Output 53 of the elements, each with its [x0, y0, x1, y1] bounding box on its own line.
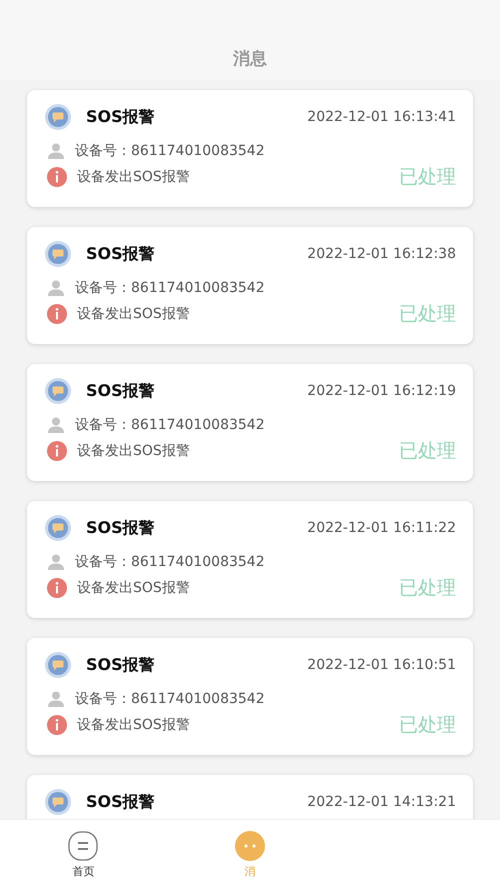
message-title: SOS报警: [86, 106, 155, 128]
info-icon: [47, 715, 67, 735]
person-icon: [47, 553, 65, 571]
info-icon: [47, 578, 67, 598]
device-number: 设备号：861174010083542: [75, 279, 265, 297]
message-icon: [45, 104, 71, 130]
alert-description: 设备发出SOS报警: [77, 168, 190, 186]
status-label: 已处理: [399, 165, 456, 190]
info-icon: [47, 441, 67, 461]
message-icon: [45, 652, 71, 678]
info-icon: [47, 167, 67, 187]
person-icon: [47, 279, 65, 297]
status-label: 已处理: [399, 713, 456, 738]
tab[interactable]: 首页: [0, 820, 167, 889]
status-label: 已处理: [399, 576, 456, 601]
message-title: SOS报警: [86, 654, 155, 676]
message-icon: [234, 830, 265, 860]
alert-description: 设备发出SOS报警: [77, 305, 190, 323]
message-card[interactable]: SOS报警 2022-12-01 16:10:51 设备号：861174010083542 设备发出SOS报警 已处理: [27, 638, 473, 755]
message-icon: [45, 378, 71, 404]
device-number: 设备号：861174010083542: [75, 142, 265, 160]
device-number: 设备号：861174010083542: [75, 416, 265, 434]
message-card[interactable]: SOS报警 2022-12-01 16:12:19 设备号：861174010083542 设备发出SOS报警 已处理: [27, 364, 473, 481]
menu-icon: [68, 830, 98, 860]
message-time: 2022-12-01 16:13:41: [307, 109, 456, 125]
message-time: 2022-12-01 16:10:51: [307, 657, 456, 673]
alert-description: 设备发出SOS报警: [77, 579, 190, 597]
alert-description: 设备发出SOS报警: [77, 716, 190, 734]
message-title: SOS报警: [86, 792, 155, 812]
screen-title: 消息: [233, 48, 267, 70]
message-card[interactable]: SOS报警 2022-12-01 16:13:41 设备号：861174010083542 设备发出SOS报警 已处理: [27, 90, 473, 207]
message-card[interactable]: SOS报警 2022-12-01 16:12:38 设备号：861174010083542 设备发出SOS报警 已处理: [27, 227, 473, 344]
message-card[interactable]: SOS报警 2022-12-01 16:11:22 设备号：861174010083542 设备发出SOS报警 已处理: [27, 501, 473, 618]
message-time: 2022-12-01 16:11:22: [307, 520, 456, 536]
message-icon: [45, 241, 71, 267]
message-card[interactable]: SOS报警 2022-12-01 14:13:21: [27, 775, 473, 819]
alert-description: 设备发出SOS报警: [77, 442, 190, 460]
message-title: SOS报警: [86, 244, 155, 264]
message-time: 2022-12-01 16:12:38: [307, 246, 456, 262]
message-title: SOS报警: [86, 380, 155, 402]
person-icon: [47, 690, 65, 708]
person-icon: [47, 142, 65, 160]
message-icon: [45, 515, 71, 541]
person-icon: [47, 416, 65, 434]
message-time: 2022-12-01 16:12:19: [307, 383, 456, 399]
message-time: 2022-12-01 14:13:21: [307, 794, 456, 810]
device-number: 设备号：861174010083542: [75, 553, 265, 571]
info-icon: [47, 304, 67, 324]
status-label: 已处理: [399, 302, 456, 327]
message-icon: [45, 789, 71, 815]
device-number: 设备号：861174010083542: [75, 690, 265, 708]
message-title: SOS报警: [86, 518, 155, 538]
status-label: 已处理: [399, 439, 456, 464]
